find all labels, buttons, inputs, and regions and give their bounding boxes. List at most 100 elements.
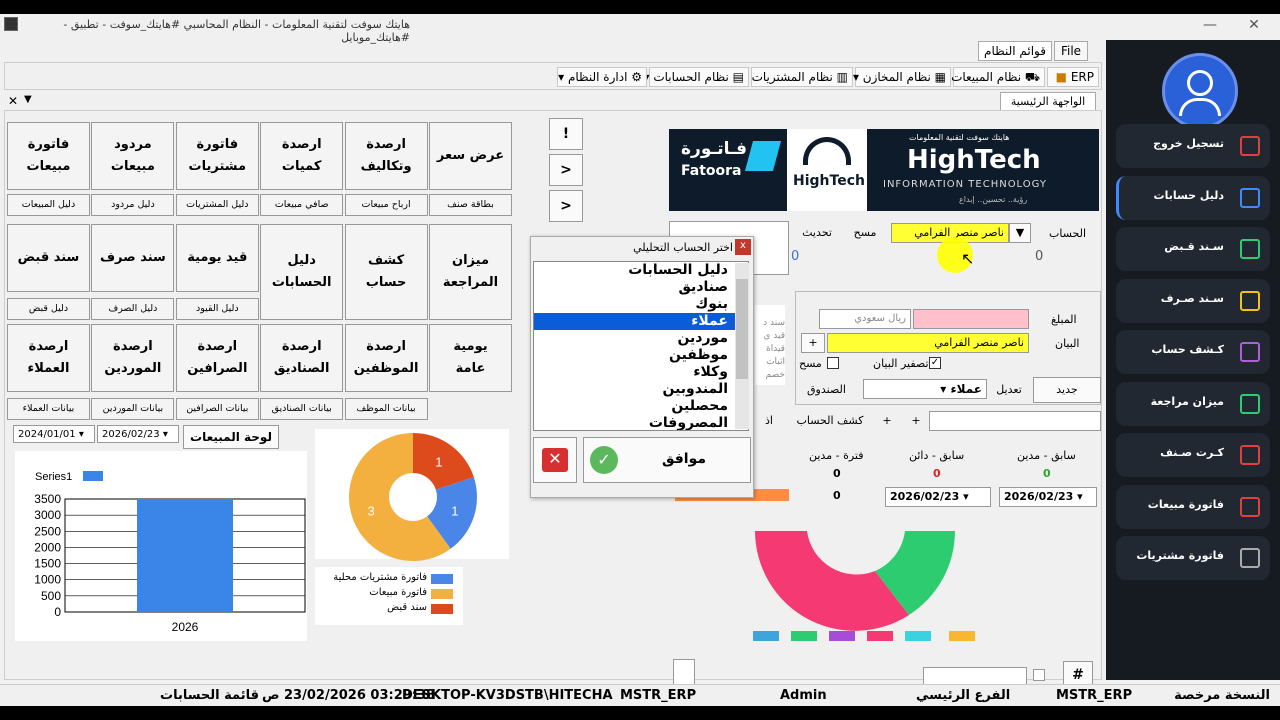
analytic-type-field[interactable]: عملاء ▾ [863, 379, 987, 399]
analytic-list-item[interactable]: عملاء [534, 313, 748, 330]
small-button-row3_small-4[interactable]: بيانات الموردين [91, 398, 175, 420]
small-button-row1_small-3[interactable]: صافي مبيعات [260, 194, 344, 216]
analytic-list-item[interactable]: المندوبين [534, 381, 748, 398]
grid-button-row2-1[interactable]: ميزان المراجعة [429, 224, 512, 320]
account-statement-button[interactable]: كشف الحساب [789, 411, 871, 431]
grid-button-row1-2[interactable]: ارصدة وتكاليف [344, 122, 428, 190]
grid-button-row3-2[interactable]: ارصدة الموظفين [344, 324, 428, 392]
sidebar-item-5[interactable]: كـشف حساب [1116, 330, 1270, 374]
analytic-list-item[interactable]: بنوك [534, 296, 748, 313]
grid-button-row2-2[interactable]: كشف حساب [344, 224, 428, 320]
grid-button-row1-3[interactable]: ارصدة كميات [260, 122, 344, 190]
dialog-close-icon[interactable]: x [735, 239, 751, 255]
maximize-icon[interactable] [1200, 16, 1228, 34]
dialog-cancel-button[interactable]: ✕ [533, 437, 577, 483]
add-statement-button[interactable]: + [801, 333, 825, 353]
accounts-system-button[interactable]: ▤ نظام الحسابات ▾ [644, 67, 749, 87]
grid-button-row3-5[interactable]: ارصدة الموردين [91, 324, 175, 392]
grid-button-row1-5[interactable]: مردود مبيعات [91, 122, 175, 190]
edit-button[interactable]: تعديل [989, 379, 1029, 401]
document-icon[interactable] [673, 659, 695, 687]
purchases-system-button[interactable]: ▥ نظام المشتريات ▾ [742, 67, 853, 87]
amount-field[interactable] [913, 309, 1029, 329]
tab-main-page[interactable]: الواجهة الرئيسية [1000, 92, 1096, 112]
analytic-list-item[interactable]: دليل الحسابات [534, 262, 748, 279]
grid-button-row3-6[interactable]: ارصدة العملاء [7, 324, 90, 392]
grid-button-row2-3[interactable]: دليل الحسابات [260, 224, 344, 320]
list-scrollbar-thumb[interactable] [736, 279, 748, 379]
sidebar-item-2[interactable]: دليل حسابات [1116, 175, 1270, 220]
sales-board-button[interactable]: لوحة المبيعات [183, 425, 279, 449]
tab-system-lists[interactable]: قوائم النظام [978, 41, 1052, 61]
date-field-2[interactable]: 2026/02/23 ▾ [885, 487, 991, 507]
nav-button-3[interactable]: > [549, 190, 583, 222]
dialog-ok-button[interactable]: ✓ موافق [583, 437, 751, 483]
sidebar-item-9[interactable]: فاتورة مشتريات [1116, 536, 1270, 580]
small-button-row1_small-5[interactable]: دليل مردود [91, 194, 175, 216]
grid-button-row2-4[interactable]: قيد يومية [175, 224, 259, 292]
grid-button-row1-1[interactable]: عرض سعر [429, 122, 512, 190]
stores-system-button[interactable]: ▦ نظام المخازن ▾ [853, 67, 951, 87]
small-button-row3_small-2[interactable]: بيانات الصناديق [260, 398, 344, 420]
analytic-list-item[interactable]: محصلين [534, 398, 748, 415]
small-button-row3_small-1[interactable]: بيانات الموظف [344, 398, 428, 420]
search-field[interactable] [929, 411, 1101, 431]
sidebar-item-7[interactable]: كـرت صـنف [1116, 433, 1270, 477]
sidebar-item-8[interactable]: فاتورة مبيعات [1116, 484, 1270, 529]
date-from-field[interactable]: 2024/01/01 ▾ [13, 425, 95, 443]
admin-system-button[interactable]: ⚙ ادارة النظام ▾ [557, 67, 647, 87]
grid-button-row1-6[interactable]: فاتورة مبيعات [7, 122, 90, 190]
small-button-row3_small-5[interactable]: بيانات العملاء [7, 398, 90, 420]
grid-button-row3-4[interactable]: ارصدة الصرافين [175, 324, 259, 392]
clear-statement-checkbox[interactable]: ✓ [929, 357, 941, 369]
grid-button-row2-6[interactable]: سند قبض [7, 224, 90, 292]
date-value-2: 2026/02/23 [890, 490, 960, 503]
close-icon[interactable]: ✕ [1240, 16, 1268, 34]
sidebar-item-4[interactable]: سـند صـرف [1116, 278, 1270, 323]
sidebar-item-3[interactable]: سـند قـبض [1116, 227, 1270, 271]
small-button-row2_small-2[interactable]: دليل الصرف [91, 298, 175, 320]
currency-field[interactable]: ريال سعودي [819, 309, 911, 329]
analytic-list-item[interactable]: المصروفات [534, 415, 748, 430]
small-button-row1_small-1[interactable]: بطاقة صنف [429, 194, 512, 216]
sidebar-item-6[interactable]: ميزان مراجعة [1116, 381, 1270, 426]
nav-button-2[interactable]: > [549, 154, 583, 186]
new-button[interactable]: جديد [1033, 377, 1101, 403]
grid-button-row1-4[interactable]: فاتورة مشتريات [175, 122, 259, 190]
tab-file[interactable]: File [1054, 41, 1088, 61]
date-to-field[interactable]: 2026/02/23 ▾ [97, 425, 179, 443]
small-button-row3_small-3[interactable]: بيانات الصرافين [175, 398, 259, 420]
small-button-row2_small-1[interactable]: دليل القيود [175, 298, 259, 320]
grid-button-row2-5[interactable]: سند صرف [91, 224, 175, 292]
analytic-list-item[interactable]: صناديق [534, 279, 748, 296]
plus-button-2[interactable]: + [875, 411, 899, 431]
date-field-1[interactable]: 2026/02/23 ▾ [999, 487, 1097, 507]
analytic-list-item[interactable]: وكلاء [534, 364, 748, 381]
footer-input[interactable] [923, 667, 1027, 685]
tab-dropdown-icon[interactable]: ▼ [24, 94, 32, 105]
plus-button-1[interactable]: + [905, 411, 927, 431]
small-button-row2_small-3[interactable]: دليل قبض [7, 298, 90, 320]
account-dropdown-icon[interactable]: ▼ [1009, 223, 1031, 243]
analytic-list-item[interactable]: موردين [534, 330, 748, 347]
statement-field[interactable]: ناصر منصر الفرامي [827, 333, 1029, 353]
sidebar-item-1[interactable]: تسجيل خروج [1116, 124, 1270, 168]
sales-system-button[interactable]: ⛟ نظام المبيعات ▾ [941, 67, 1045, 87]
small-button-row1_small-4[interactable]: دليل المشتريات [175, 194, 259, 216]
clear-checkbox[interactable] [827, 357, 839, 369]
date-to-value: 2026/02/23 [102, 429, 160, 440]
grid-button-row3-1[interactable]: يومية عامة [429, 324, 512, 392]
clear-button[interactable]: مسح [843, 223, 887, 243]
partial-button[interactable]: اذ [753, 411, 785, 431]
nav-button-1[interactable]: ! [549, 118, 583, 150]
analytic-account-list[interactable]: دليل الحسابات صناديق بنوك عملاء موردين موظفين… [533, 261, 749, 431]
grid-button-row3-3[interactable]: ارصدة الصناديق [260, 324, 344, 392]
close-tab-icon[interactable]: ✕ [8, 94, 18, 108]
footer-checkbox[interactable] [1033, 669, 1045, 681]
user-avatar-icon[interactable] [1162, 53, 1238, 129]
analytic-list-item[interactable]: موظفين [534, 347, 748, 364]
erp-button[interactable]: ERP ■ [1047, 67, 1099, 87]
small-button-row1_small-6[interactable]: دليل المبيعات [7, 194, 90, 216]
refresh-button[interactable]: تحديث [793, 223, 841, 243]
small-button-row1_small-2[interactable]: ارباح مبيعات [344, 194, 428, 216]
